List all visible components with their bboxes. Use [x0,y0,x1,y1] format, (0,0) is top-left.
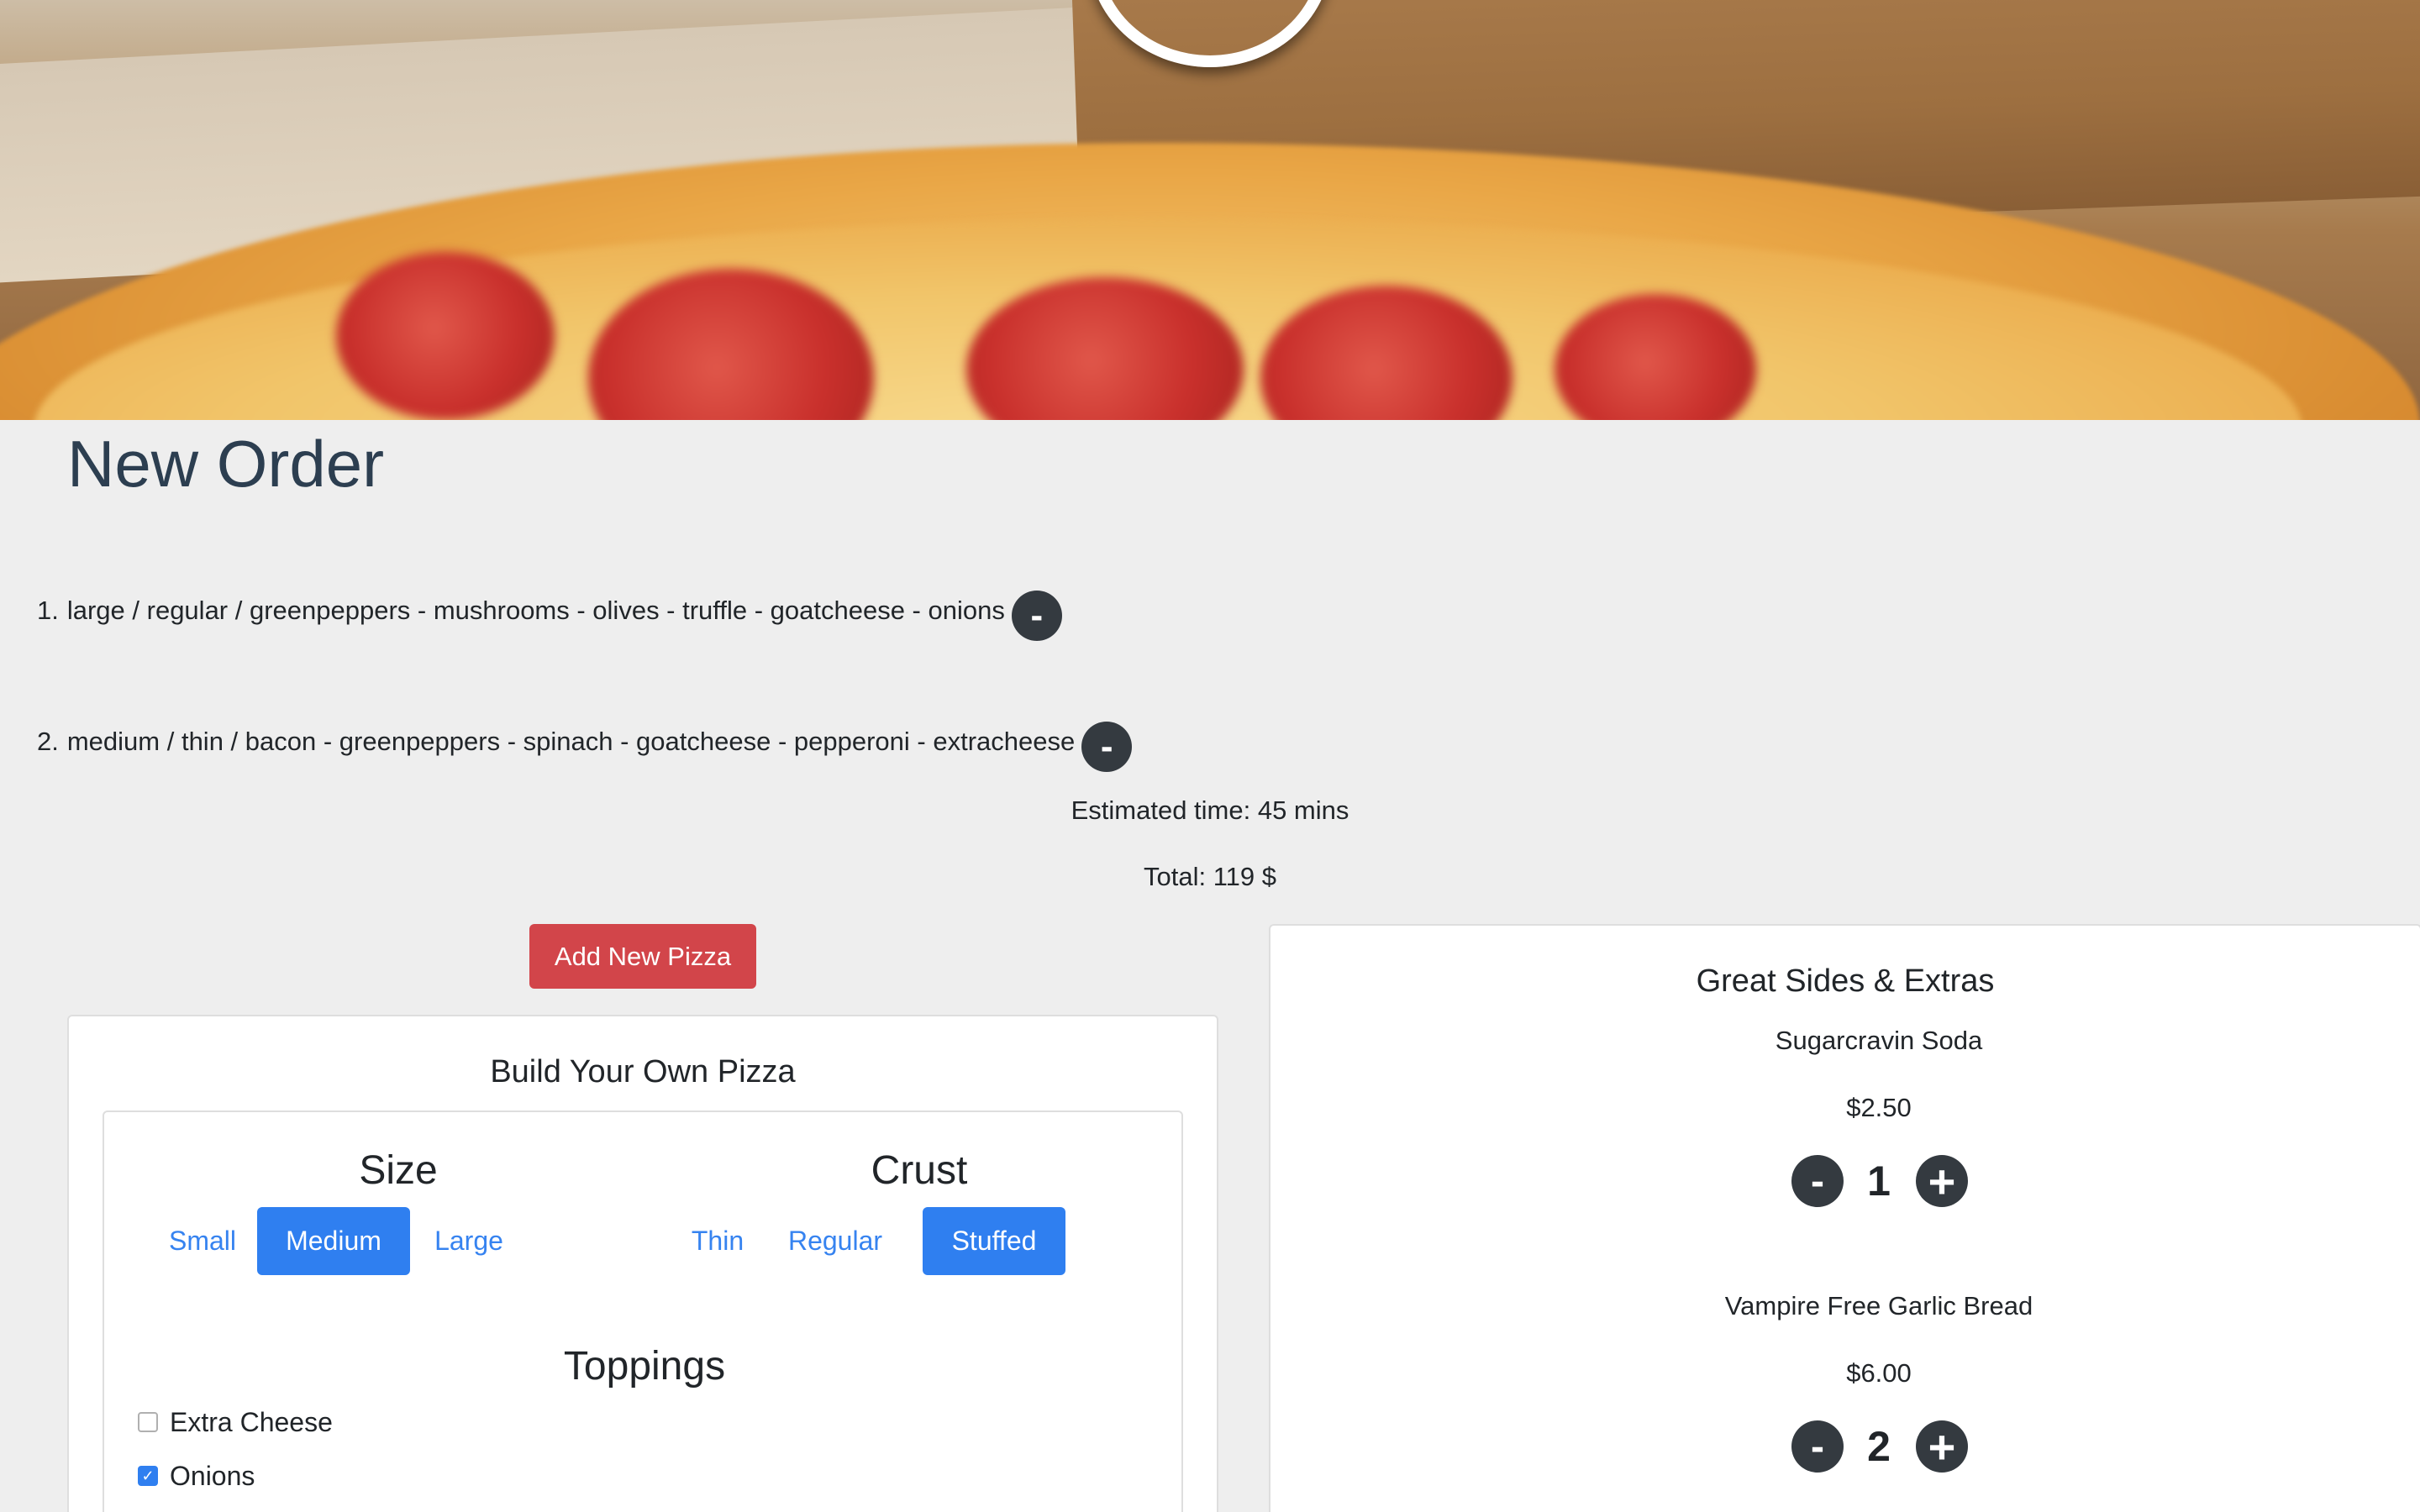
pizza-options-panel: Size Small Medium Large Crust Thin Regul… [103,1110,1183,1512]
pepperoni-slice [336,252,555,420]
remove-pizza-button[interactable]: - [1081,722,1133,772]
crust-heading: Crust [871,1148,968,1193]
remove-pizza-button[interactable]: - [1011,591,1062,641]
minus-circle-icon: - [1811,1424,1824,1469]
order-item-description: large / regular / greenpeppers - mushroo… [66,596,1005,625]
add-new-pizza-button[interactable]: Add New Pizza [529,924,756,989]
checkbox-checked-icon[interactable]: ✓ [138,1466,158,1486]
size-option-large[interactable]: Large [418,1207,519,1275]
sides-card: Great Sides & Extras Sugarcravin Soda $2… [1269,924,2420,1512]
order-item-number: 2. [37,727,59,756]
side-item-name: Sugarcravin Soda [1775,1026,1983,1055]
sides-title: Great Sides & Extras [1696,963,1995,999]
minus-circle-icon: - [1811,1158,1824,1204]
minus-circle-icon: - [1030,595,1044,636]
order-item-number: 1. [37,596,59,625]
increment-soda-button[interactable]: + [1916,1154,1968,1208]
topping-label: Extra Cheese [170,1407,333,1437]
plus-circle-icon: + [1928,1420,1956,1473]
side-item-price: $2.50 [1846,1093,1912,1122]
checkbox-unchecked-icon[interactable] [138,1412,158,1432]
increment-garlic-bread-button[interactable]: + [1916,1420,1968,1473]
crust-option-regular[interactable]: Regular [776,1207,894,1275]
toppings-heading: Toppings [563,1344,726,1389]
decrement-soda-button[interactable]: - [1791,1155,1844,1207]
size-option-small[interactable]: Small [156,1207,249,1275]
order-list-item: 1. large / regular / greenpeppers - mush… [37,585,1062,641]
topping-label: Onions [170,1461,255,1491]
order-item-description: medium / thin / bacon - greenpeppers - s… [66,727,1076,756]
soda-quantity: 1 [1867,1158,1891,1205]
crust-option-thin[interactable]: Thin [676,1207,760,1275]
crust-option-stuffed[interactable]: Stuffed [923,1207,1065,1275]
order-list-item: 2. medium / thin / bacon - greenpeppers … [37,717,1133,772]
plus-circle-icon: + [1928,1154,1956,1208]
minus-circle-icon: - [1100,726,1113,767]
garlic-bread-quantity: 2 [1867,1423,1891,1470]
decrement-garlic-bread-button[interactable]: - [1791,1420,1844,1473]
topping-onions[interactable]: ✓ Onions [138,1459,255,1493]
topping-extra-cheese[interactable]: Extra Cheese [138,1405,333,1439]
page-title: New Order [67,427,385,501]
side-item-name: Vampire Free Garlic Bread [1724,1291,2033,1320]
build-pizza-title: Build Your Own Pizza [490,1054,796,1089]
order-total: Total: 119 $ [1144,862,1276,891]
side-item-price: $6.00 [1846,1358,1912,1388]
estimated-time: Estimated time: 45 mins [1071,795,1349,825]
size-option-medium[interactable]: Medium [257,1207,410,1275]
size-heading: Size [359,1148,438,1193]
